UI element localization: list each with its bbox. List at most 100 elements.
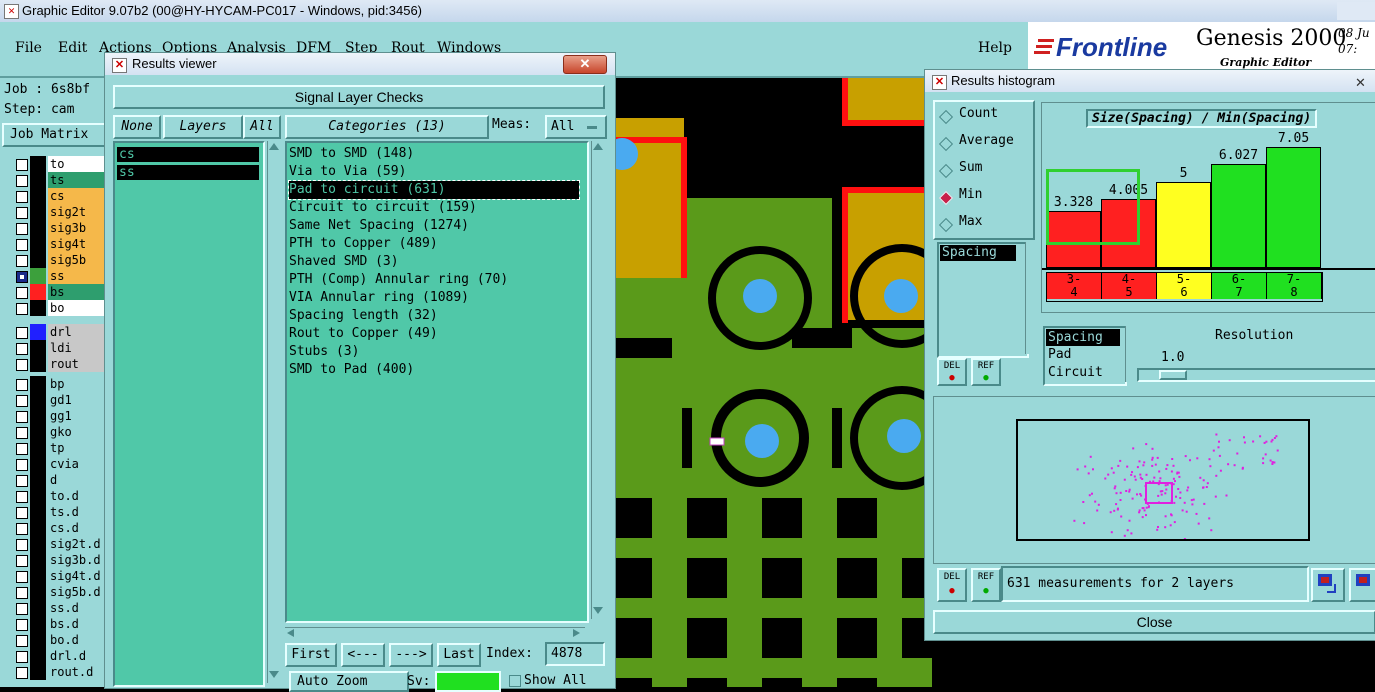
- layer-name[interactable]: sig3b: [48, 220, 112, 236]
- layer-checkbox[interactable]: [16, 175, 28, 187]
- layer-name[interactable]: sig2t: [48, 204, 112, 220]
- layer-row[interactable]: sig5b: [8, 252, 112, 268]
- mode-label[interactable]: Max: [959, 214, 982, 229]
- scroll-down-icon[interactable]: [269, 671, 279, 678]
- layer-name[interactable]: gg1: [48, 408, 112, 424]
- prev-button[interactable]: <---: [341, 643, 385, 667]
- layer-checkbox[interactable]: [16, 491, 28, 503]
- category-item[interactable]: Shaved SMD (3): [289, 253, 579, 271]
- layer-color-swatch[interactable]: [30, 632, 46, 648]
- index-input[interactable]: 4878: [545, 642, 605, 666]
- category-item[interactable]: VIA Annular ring (1089): [289, 289, 579, 307]
- layer-row[interactable]: rout.d: [8, 664, 112, 680]
- resolution-slider[interactable]: [1137, 368, 1375, 382]
- layer-color-swatch[interactable]: [30, 504, 46, 520]
- layer-row[interactable]: sig4t: [8, 236, 112, 252]
- layer-row[interactable]: cs.d: [8, 520, 112, 536]
- field-item-spacing[interactable]: Spacing: [1046, 329, 1120, 346]
- layer-checkbox[interactable]: [16, 651, 28, 663]
- layer-checkbox[interactable]: [16, 507, 28, 519]
- layer-name[interactable]: d: [48, 472, 112, 488]
- layer-checkbox[interactable]: [16, 159, 28, 171]
- layer-row[interactable]: bs: [8, 284, 112, 300]
- board-outline-preview[interactable]: [1016, 419, 1310, 544]
- layer-color-swatch[interactable]: [30, 220, 46, 236]
- layer-checkbox[interactable]: [16, 395, 28, 407]
- layer-checkbox[interactable]: [16, 555, 28, 567]
- layer-row[interactable]: ss.d: [8, 600, 112, 616]
- categories-scrollbar[interactable]: [591, 141, 604, 619]
- bar-range-label[interactable]: 3- 4: [1047, 273, 1102, 299]
- field-item-circuit[interactable]: Circuit: [1048, 365, 1103, 380]
- layer-checkbox[interactable]: [16, 271, 28, 283]
- measure-scrollbar[interactable]: [1025, 242, 1036, 354]
- layer-name[interactable]: ss.d: [48, 600, 112, 616]
- layer-checkbox[interactable]: [16, 443, 28, 455]
- layer-row[interactable]: gko: [8, 424, 112, 440]
- layer-row[interactable]: bo: [8, 300, 112, 316]
- histogram-bar[interactable]: [1156, 182, 1211, 268]
- category-item[interactable]: Circuit to circuit (159): [289, 199, 579, 217]
- layer-color-swatch[interactable]: [30, 568, 46, 584]
- layer-checkbox[interactable]: [16, 411, 28, 423]
- layer-item-ss[interactable]: ss: [117, 165, 259, 180]
- layer-checkbox[interactable]: [16, 427, 28, 439]
- layer-checkbox[interactable]: [16, 459, 28, 471]
- layer-name[interactable]: cs.d: [48, 520, 112, 536]
- categories-button[interactable]: Categories (13): [285, 115, 489, 139]
- layer-color-swatch[interactable]: [30, 340, 46, 356]
- window-controls[interactable]: [1337, 2, 1375, 20]
- layer-color-swatch[interactable]: [30, 284, 46, 300]
- layer-row[interactable]: sig3b: [8, 220, 112, 236]
- layer-checkbox[interactable]: [16, 343, 28, 355]
- close-icon[interactable]: ✕: [563, 55, 607, 74]
- mode-radio[interactable]: [938, 190, 954, 206]
- layer-checkbox[interactable]: [16, 207, 28, 219]
- menu-edit[interactable]: Edit: [58, 40, 87, 56]
- layer-name[interactable]: cvia: [48, 456, 112, 472]
- layer-color-swatch[interactable]: [30, 252, 46, 268]
- histogram-bar[interactable]: [1266, 147, 1321, 268]
- menu-help[interactable]: Help: [978, 40, 1012, 56]
- layer-color-swatch[interactable]: [30, 236, 46, 252]
- layer-color-swatch[interactable]: [30, 600, 46, 616]
- close-icon[interactable]: ✕: [1355, 72, 1375, 90]
- layer-color-swatch[interactable]: [30, 376, 46, 392]
- pcb-canvas[interactable]: [606, 78, 954, 687]
- layer-color-swatch[interactable]: [30, 584, 46, 600]
- export-icon[interactable]: [1311, 568, 1345, 602]
- ref-button[interactable]: REF ●: [971, 358, 1001, 386]
- mode-radio[interactable]: [938, 217, 954, 233]
- none-button[interactable]: None: [113, 115, 161, 139]
- layer-color-swatch[interactable]: [30, 664, 46, 680]
- layer-color-swatch[interactable]: [30, 488, 46, 504]
- layer-name[interactable]: gd1: [48, 392, 112, 408]
- layers-button[interactable]: Layers: [163, 115, 243, 139]
- layer-color-swatch[interactable]: [30, 520, 46, 536]
- layer-name[interactable]: bs: [48, 284, 112, 300]
- layer-name[interactable]: ts: [48, 172, 112, 188]
- resolution-slider-handle[interactable]: [1159, 370, 1187, 380]
- layer-color-swatch[interactable]: [30, 268, 46, 284]
- layer-name[interactable]: rout: [48, 356, 112, 372]
- del-button[interactable]: DEL ●: [937, 358, 967, 386]
- mode-radio[interactable]: [938, 109, 954, 125]
- scroll-up-icon[interactable]: [593, 143, 603, 150]
- layer-row[interactable]: d: [8, 472, 112, 488]
- report-icon[interactable]: [1349, 568, 1375, 602]
- layer-checkbox[interactable]: [16, 603, 28, 615]
- layer-name[interactable]: sig4t.d: [48, 568, 112, 584]
- meas-dropdown[interactable]: All: [545, 115, 607, 139]
- category-item[interactable]: SMD to Pad (400): [289, 361, 579, 379]
- layer-checkbox[interactable]: [16, 571, 28, 583]
- layer-checkbox[interactable]: [16, 523, 28, 535]
- layer-color-swatch[interactable]: [30, 552, 46, 568]
- category-item[interactable]: Pad to circuit (631): [288, 180, 580, 200]
- layer-color-swatch[interactable]: [30, 300, 46, 316]
- layer-color-swatch[interactable]: [30, 204, 46, 220]
- bar-range-label[interactable]: 7- 8: [1267, 273, 1322, 299]
- layer-row[interactable]: sig2t.d: [8, 536, 112, 552]
- layer-name[interactable]: bo: [48, 300, 112, 316]
- layer-row[interactable]: ts: [8, 172, 112, 188]
- layer-row[interactable]: drl: [8, 324, 112, 340]
